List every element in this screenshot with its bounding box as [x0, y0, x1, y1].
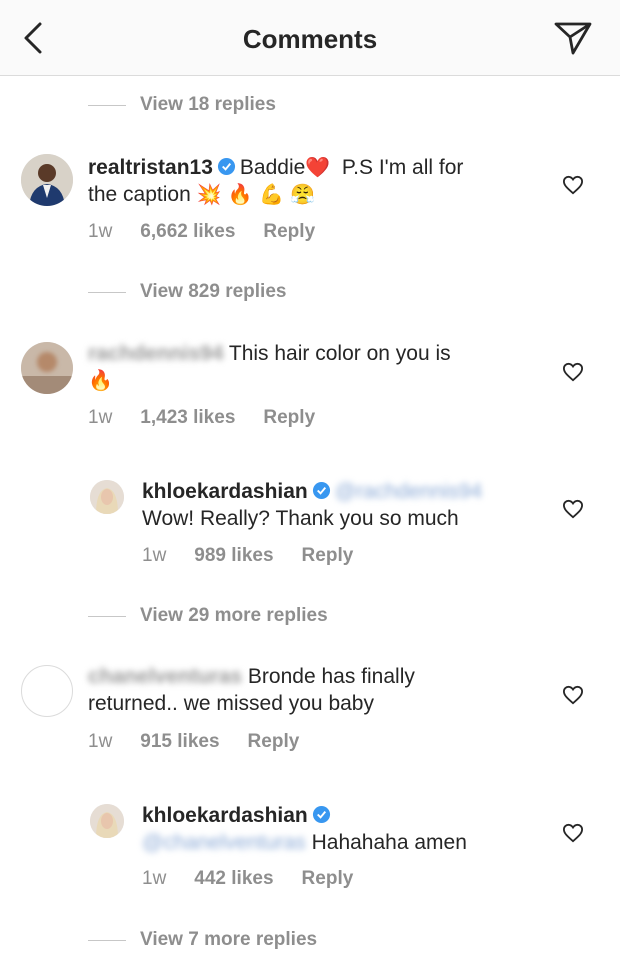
view-replies-label: View 7 more replies [140, 929, 318, 950]
avatar[interactable] [90, 480, 124, 514]
view-replies-link[interactable]: View 829 replies [88, 280, 286, 304]
username[interactable]: realtristan13 [88, 156, 213, 179]
username[interactable]: khloekardashian [142, 480, 308, 503]
reply-meta: 1w 989 likes Reply [142, 545, 381, 567]
comment-text-cont: P.S I'm all for [341, 156, 464, 179]
likes-count[interactable]: 989 likes [194, 545, 273, 566]
avatar[interactable] [90, 804, 124, 838]
likes-count[interactable]: 6,662 likes [140, 221, 235, 242]
divider-line [88, 615, 126, 617]
verified-badge-icon [217, 157, 235, 176]
timestamp: 1w [142, 868, 167, 889]
view-replies-label: View 29 more replies [140, 605, 328, 626]
reply-text: Wow! Really? Thank you so much [142, 507, 459, 530]
avatar[interactable] [21, 154, 73, 206]
comment-body: rachdennis94 This hair color on you is 🔥 [88, 340, 548, 394]
username[interactable]: rachdennis94 [88, 342, 223, 365]
timestamp: 1w [88, 731, 113, 752]
reply-button[interactable]: Reply [248, 731, 300, 752]
likes-count[interactable]: 1,423 likes [140, 407, 235, 428]
comment-body: chanelventuras Bronde has finally return… [88, 663, 548, 717]
avatar[interactable] [21, 665, 73, 717]
heart-icon[interactable] [562, 175, 584, 195]
divider-line [88, 939, 126, 941]
view-replies-link[interactable]: View 7 more replies [88, 928, 317, 952]
timestamp: 1w [88, 221, 113, 242]
view-replies-label: View 829 replies [140, 281, 287, 302]
username[interactable]: khloekardashian [142, 804, 308, 827]
reply-button[interactable]: Reply [302, 545, 354, 566]
avatar[interactable] [21, 342, 73, 394]
comment-meta: 1w 6,662 likes Reply [88, 221, 343, 243]
verified-badge-icon [312, 481, 330, 500]
reply-body: khloekardashian @rachdennis94 Wow! Really… [142, 478, 552, 532]
reply-button[interactable]: Reply [263, 407, 315, 428]
comment-text: Bronde has finally [247, 665, 415, 688]
fire-emoji: 🔥 [88, 368, 113, 392]
emoji-sequence: 💥 🔥 💪 😤 [196, 182, 316, 206]
reply-meta: 1w 442 likes Reply [142, 868, 381, 890]
page-title: Comments [242, 24, 378, 54]
comment-meta: 1w 1,423 likes Reply [88, 407, 343, 429]
comment-meta: 1w 915 likes Reply [88, 731, 327, 753]
timestamp: 1w [88, 407, 113, 428]
timestamp: 1w [142, 545, 167, 566]
verified-badge-icon [312, 805, 330, 824]
heart-icon[interactable] [562, 362, 584, 382]
comment-text: Baddie [239, 156, 306, 179]
mention-link[interactable]: @chanelventuras [142, 831, 306, 854]
username[interactable]: chanelventuras [88, 665, 242, 688]
mention-link[interactable]: @rachdennis94 [335, 480, 482, 503]
likes-count[interactable]: 915 likes [140, 731, 219, 752]
divider-line [88, 291, 126, 293]
heart-icon[interactable] [562, 499, 584, 519]
heart-emoji: ❤️ [305, 155, 331, 179]
view-replies-link[interactable]: View 18 replies [88, 93, 276, 117]
reply-body: khloekardashian @chanelventuras Hahahaha… [142, 802, 552, 856]
comment-text-line2: the caption [88, 183, 191, 206]
header-bar: Comments [0, 0, 620, 76]
reply-button[interactable]: Reply [263, 221, 315, 242]
paper-plane-icon[interactable] [553, 20, 593, 56]
reply-button[interactable]: Reply [302, 868, 354, 889]
comment-text-line2: returned.. we missed you baby [88, 692, 374, 715]
comment-text: This hair color on you is [228, 342, 451, 365]
reply-text: Hahahaha amen [311, 831, 467, 854]
view-replies-label: View 18 replies [140, 94, 276, 115]
heart-icon[interactable] [562, 685, 584, 705]
divider-line [88, 104, 126, 106]
view-replies-link[interactable]: View 29 more replies [88, 604, 328, 628]
comment-body: realtristan13 Baddie❤️ P.S I'm all for th… [88, 154, 548, 208]
heart-icon[interactable] [562, 823, 584, 843]
likes-count[interactable]: 442 likes [194, 868, 273, 889]
